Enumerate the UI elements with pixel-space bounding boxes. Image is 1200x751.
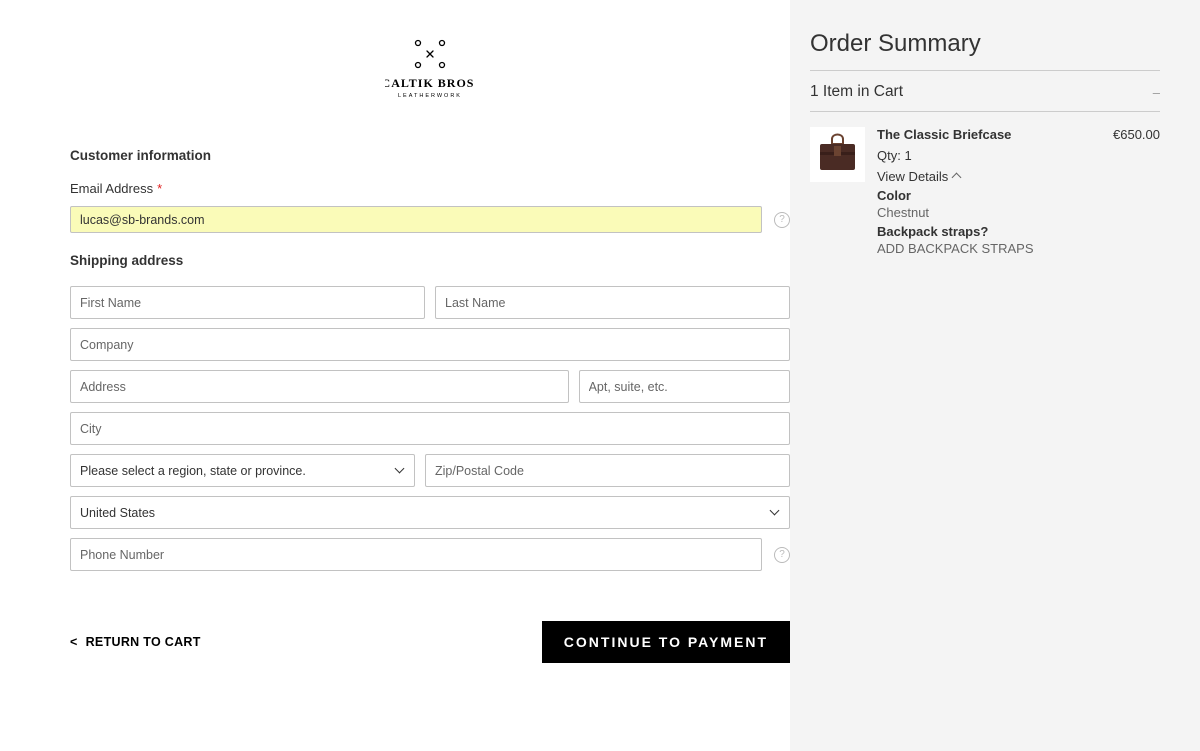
attr-straps-value: ADD BACKPACK STRAPS (877, 241, 1160, 256)
product-thumbnail (810, 127, 865, 182)
attr-color-value: Chestnut (877, 205, 1160, 220)
country-select[interactable]: United States (70, 496, 790, 529)
order-summary-title: Order Summary (810, 30, 1160, 58)
collapse-icon: ‒ (1153, 85, 1160, 100)
apt-input[interactable] (579, 370, 790, 403)
return-to-cart-link[interactable]: < RETURN TO CART (70, 635, 201, 649)
product-name: The Classic Briefcase (877, 127, 1011, 142)
attr-color-label: Color (877, 188, 1160, 203)
customer-info-heading: Customer information (70, 148, 790, 163)
cart-item: The Classic Briefcase €650.00 Qty: 1 Vie… (810, 111, 1160, 256)
email-input[interactable] (70, 206, 762, 233)
city-input[interactable] (70, 412, 790, 445)
help-icon[interactable]: ? (774, 547, 790, 563)
cart-item-count: 1 Item in Cart (810, 83, 903, 101)
help-icon[interactable]: ? (774, 212, 790, 228)
chevron-left-icon: < (70, 635, 78, 649)
chevron-up-icon (952, 173, 962, 183)
phone-input[interactable] (70, 538, 762, 571)
shipping-address-heading: Shipping address (70, 253, 790, 268)
cart-count-row[interactable]: 1 Item in Cart ‒ (810, 70, 1160, 111)
attr-straps-label: Backpack straps? (877, 224, 1160, 239)
company-input[interactable] (70, 328, 790, 361)
region-select[interactable]: Please select a region, state or provinc… (70, 454, 415, 487)
continue-to-payment-button[interactable]: CONTINUE TO PAYMENT (542, 621, 790, 663)
product-qty: Qty: 1 (877, 148, 1160, 163)
last-name-input[interactable] (435, 286, 790, 319)
first-name-input[interactable] (70, 286, 425, 319)
brand-logo: CALTIK BROS. LEATHERWORK (70, 35, 790, 110)
svg-text:CALTIK BROS.: CALTIK BROS. (385, 76, 475, 90)
zip-input[interactable] (425, 454, 790, 487)
order-summary-sidebar: Order Summary 1 Item in Cart ‒ The Class… (790, 0, 1200, 751)
view-details-toggle[interactable]: View Details (877, 169, 1160, 184)
svg-text:LEATHERWORK: LEATHERWORK (398, 93, 462, 99)
address-input[interactable] (70, 370, 569, 403)
product-price: €650.00 (1113, 127, 1160, 142)
email-label: Email Address* (70, 181, 790, 196)
